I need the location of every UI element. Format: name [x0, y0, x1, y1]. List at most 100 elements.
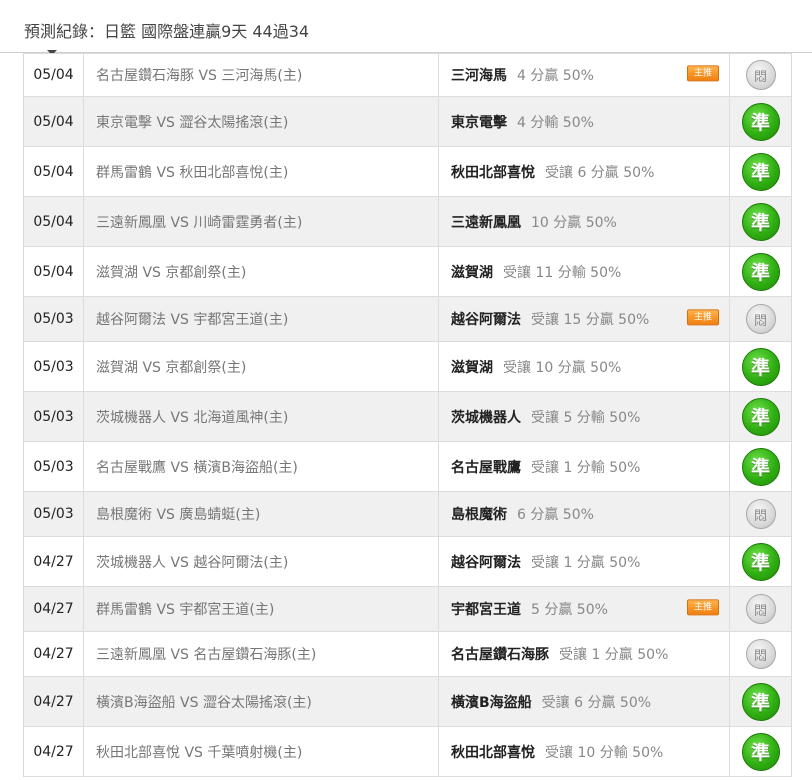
pick-detail: 10 分贏 50% [531, 214, 617, 231]
row-matchup: 三遠新鳳凰 VS 川崎雷霆勇者(主) [84, 197, 439, 246]
row-result: 準 [730, 677, 791, 726]
pick-detail: 4 分贏 50% [517, 68, 594, 84]
row-date: 05/04 [24, 197, 84, 246]
pick-team: 茨城機器人 [451, 409, 521, 426]
result-correct-icon: 準 [741, 252, 780, 291]
row-date: 05/03 [24, 442, 84, 491]
result-push-icon: 悶 [745, 60, 776, 90]
result-correct-icon: 準 [741, 102, 780, 141]
row-date: 05/03 [24, 342, 84, 391]
result-correct-icon: 準 [741, 542, 780, 581]
row-result: 準 [730, 197, 791, 246]
table-row: 05/04 東京電擊 VS 澀谷太陽搖滾(主) 東京電擊 4 分輸 50% 準 [24, 97, 791, 147]
row-result: 悶 [730, 297, 791, 341]
result-correct-icon: 準 [741, 202, 780, 241]
pick-detail: 受讓 10 分輸 50% [545, 744, 664, 761]
row-result: 準 [730, 97, 791, 146]
pick-team: 三遠新鳳凰 [451, 214, 521, 231]
row-date: 04/27 [24, 632, 84, 676]
pick-detail: 受讓 6 分贏 50% [545, 164, 655, 181]
pick-team: 名古屋鑽石海豚 [451, 647, 549, 663]
pick-detail: 受讓 1 分贏 50% [559, 647, 669, 663]
table-row: 04/27 秋田北部喜悅 VS 千葉噴射機(主) 秋田北部喜悅 受讓 10 分輸 50… [24, 727, 791, 777]
pick-team: 秋田北部喜悅 [451, 164, 535, 181]
table-row: 05/04 群馬雷鶴 VS 秋田北部喜悅(主) 秋田北部喜悅 受讓 6 分贏 50% 準 [24, 147, 791, 197]
row-pick: 滋賀湖 受讓 11 分輸 50% [439, 247, 730, 296]
featured-pick-badge: 主推 [687, 65, 719, 82]
row-date: 04/27 [24, 677, 84, 726]
result-correct-icon: 準 [741, 732, 780, 771]
pick-team: 東京電擊 [451, 114, 507, 131]
row-pick: 秋田北部喜悅 受讓 6 分贏 50% [439, 147, 730, 196]
row-result: 悶 [730, 587, 791, 631]
row-matchup: 島根魔術 VS 廣島蜻蜓(主) [84, 492, 439, 536]
featured-pick-badge: 主推 [687, 309, 719, 326]
result-push-icon: 悶 [745, 499, 776, 529]
row-matchup: 名古屋戰鷹 VS 橫濱B海盜船(主) [84, 442, 439, 491]
row-date: 04/27 [24, 727, 84, 776]
featured-pick-badge: 主推 [687, 599, 719, 616]
result-push-icon: 悶 [745, 594, 776, 624]
row-matchup: 越谷阿爾法 VS 宇都宮王道(主) [84, 297, 439, 341]
table-row: 05/04 滋賀湖 VS 京都創祭(主) 滋賀湖 受讓 11 分輸 50% 準 [24, 247, 791, 297]
row-pick: 橫濱B海盜船 受讓 6 分贏 50% [439, 677, 730, 726]
table-row: 05/04 名古屋鑽石海豚 VS 三河海馬(主) 三河海馬 4 分贏 50% 主推 悶 [24, 53, 791, 97]
row-pick: 越谷阿爾法 受讓 15 分贏 50% 主推 [439, 297, 730, 341]
row-pick: 滋賀湖 受讓 10 分贏 50% [439, 342, 730, 391]
row-result: 準 [730, 727, 791, 776]
pick-detail: 受讓 10 分贏 50% [503, 359, 622, 376]
pick-team: 秋田北部喜悅 [451, 744, 535, 761]
table-row: 04/27 群馬雷鶴 VS 宇都宮王道(主) 宇都宮王道 5 分贏 50% 主推 悶 [24, 587, 791, 632]
row-matchup: 群馬雷鶴 VS 宇都宮王道(主) [84, 587, 439, 631]
row-date: 05/03 [24, 297, 84, 341]
pick-team: 名古屋戰鷹 [451, 459, 521, 476]
row-pick: 宇都宮王道 5 分贏 50% 主推 [439, 587, 730, 631]
row-result: 準 [730, 392, 791, 441]
table-row: 04/27 橫濱B海盜船 VS 澀谷太陽搖滾(主) 橫濱B海盜船 受讓 6 分贏 50… [24, 677, 791, 727]
row-matchup: 橫濱B海盜船 VS 澀谷太陽搖滾(主) [84, 677, 439, 726]
row-result: 悶 [730, 632, 791, 676]
row-date: 05/04 [24, 97, 84, 146]
row-pick: 三遠新鳳凰 10 分贏 50% [439, 197, 730, 246]
pick-team: 三河海馬 [451, 68, 507, 84]
prediction-table: 05/04 名古屋鑽石海豚 VS 三河海馬(主) 三河海馬 4 分贏 50% 主推悶 05… [23, 53, 792, 777]
result-correct-icon: 準 [741, 447, 780, 486]
row-date: 05/04 [24, 147, 84, 196]
row-matchup: 名古屋鑽石海豚 VS 三河海馬(主) [84, 54, 439, 96]
table-row: 05/03 滋賀湖 VS 京都創祭(主) 滋賀湖 受讓 10 分贏 50% 準 [24, 342, 791, 392]
row-result: 準 [730, 442, 791, 491]
row-pick: 名古屋戰鷹 受讓 1 分輸 50% [439, 442, 730, 491]
row-date: 05/03 [24, 392, 84, 441]
row-matchup: 滋賀湖 VS 京都創祭(主) [84, 247, 439, 296]
pick-detail: 受讓 15 分贏 50% [531, 312, 650, 328]
result-push-icon: 悶 [745, 639, 776, 669]
pick-team: 宇都宮王道 [451, 602, 521, 618]
row-result: 悶 [730, 54, 791, 96]
table-row: 05/03 名古屋戰鷹 VS 橫濱B海盜船(主) 名古屋戰鷹 受讓 1 分輸 50% 準 [24, 442, 791, 492]
row-pick: 島根魔術 6 分贏 50% [439, 492, 730, 536]
result-correct-icon: 準 [741, 682, 780, 721]
pick-detail: 受讓 6 分贏 50% [541, 694, 652, 711]
row-matchup: 秋田北部喜悅 VS 千葉噴射機(主) [84, 727, 439, 776]
row-matchup: 滋賀湖 VS 京都創祭(主) [84, 342, 439, 391]
row-date: 04/27 [24, 537, 84, 586]
result-correct-icon: 準 [741, 397, 780, 436]
table-row: 05/04 三遠新鳳凰 VS 川崎雷霆勇者(主) 三遠新鳳凰 10 分贏 50% 準 [24, 197, 791, 247]
pick-team: 滋賀湖 [451, 264, 493, 281]
row-matchup: 茨城機器人 VS 北海道風神(主) [84, 392, 439, 441]
table-row: 05/03 島根魔術 VS 廣島蜻蜓(主) 島根魔術 6 分贏 50% 悶 [24, 492, 791, 537]
row-date: 05/03 [24, 492, 84, 536]
row-result: 準 [730, 537, 791, 586]
pick-detail: 5 分贏 50% [531, 602, 608, 618]
pick-team: 越谷阿爾法 [451, 554, 521, 571]
pick-team: 島根魔術 [451, 507, 507, 523]
pick-team: 橫濱B海盜船 [451, 694, 532, 711]
row-pick: 秋田北部喜悅 受讓 10 分輸 50% [439, 727, 730, 776]
row-date: 05/04 [24, 54, 84, 96]
pick-team: 滋賀湖 [451, 359, 493, 376]
row-pick: 名古屋鑽石海豚 受讓 1 分贏 50% [439, 632, 730, 676]
result-correct-icon: 準 [741, 347, 780, 386]
row-result: 悶 [730, 492, 791, 536]
row-pick: 越谷阿爾法 受讓 1 分贏 50% [439, 537, 730, 586]
result-push-icon: 悶 [745, 304, 776, 334]
